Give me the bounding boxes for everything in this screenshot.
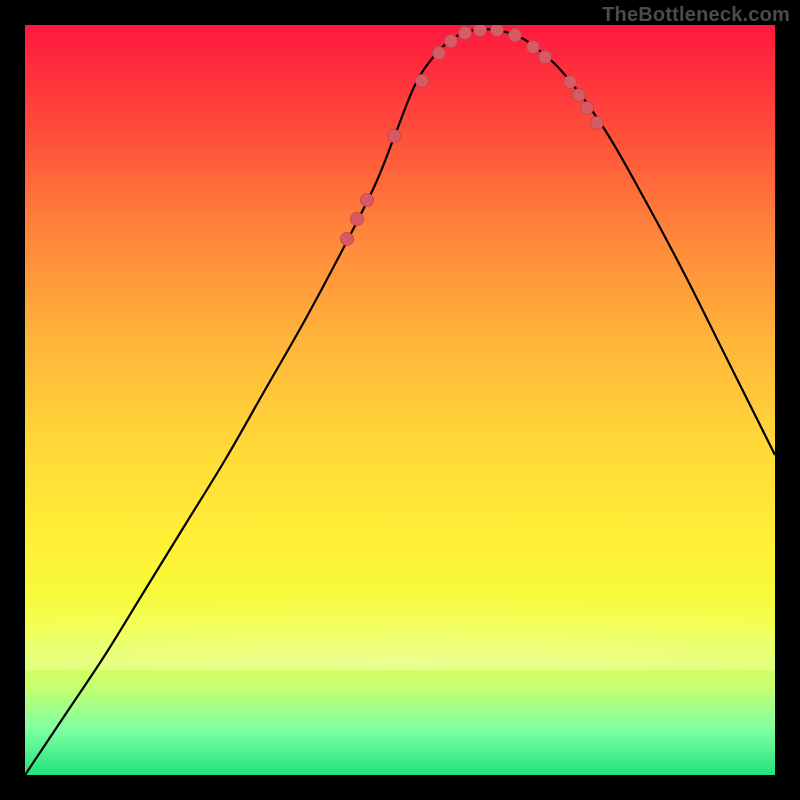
watermark-text: TheBottleneck.com: [602, 4, 790, 27]
chart-container: TheBottleneck.com: [0, 0, 800, 800]
plot-gradient-background: [25, 25, 775, 775]
